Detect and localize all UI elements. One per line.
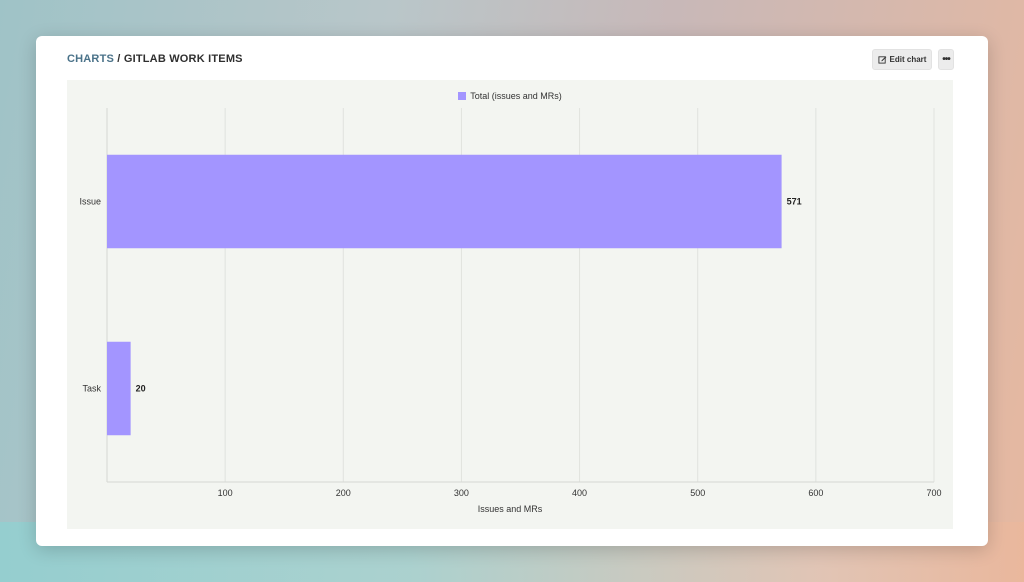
- x-tick-label: 400: [572, 488, 587, 498]
- breadcrumb-current: GITLAB WORK ITEMS: [123, 53, 243, 65]
- y-tick-label: Task: [82, 384, 101, 394]
- x-tick-label: 500: [690, 488, 705, 498]
- card-header: CHARTS / GITLAB WORK ITEMS Edit chart ••…: [67, 48, 954, 70]
- more-options-button[interactable]: •••: [938, 48, 954, 70]
- y-tick-label: Issue: [79, 197, 101, 207]
- header-actions: Edit chart •••: [872, 48, 954, 70]
- bar-task: [107, 341, 131, 436]
- x-tick-label: 600: [808, 488, 823, 498]
- data-label: 20: [136, 384, 146, 394]
- edit-icon: [877, 55, 887, 64]
- x-tick-label: 700: [926, 488, 941, 498]
- bar-issue: [107, 154, 782, 249]
- more-icon: •••: [942, 53, 950, 65]
- chart-card: CHARTS / GITLAB WORK ITEMS Edit chart ••…: [36, 36, 988, 546]
- breadcrumb-charts-link[interactable]: CHARTS: [67, 53, 114, 65]
- x-tick-label: 200: [336, 488, 351, 498]
- edit-chart-button[interactable]: Edit chart: [872, 48, 932, 70]
- breadcrumb: CHARTS / GITLAB WORK ITEMS: [67, 53, 243, 65]
- data-label: 571: [787, 197, 802, 207]
- x-tick-label: 300: [454, 488, 469, 498]
- x-tick-label: 100: [218, 488, 233, 498]
- x-axis-title: Issues and MRs: [477, 504, 543, 514]
- edit-chart-label: Edit chart: [889, 54, 927, 64]
- bar-chart: 100 200 300 400 500 600 700 Issue 571 Task 20: [79, 108, 942, 498]
- breadcrumb-separator: /: [114, 53, 124, 65]
- chart-area: Total (issues and MRs) 100 200 300 400 500 60…: [67, 80, 953, 529]
